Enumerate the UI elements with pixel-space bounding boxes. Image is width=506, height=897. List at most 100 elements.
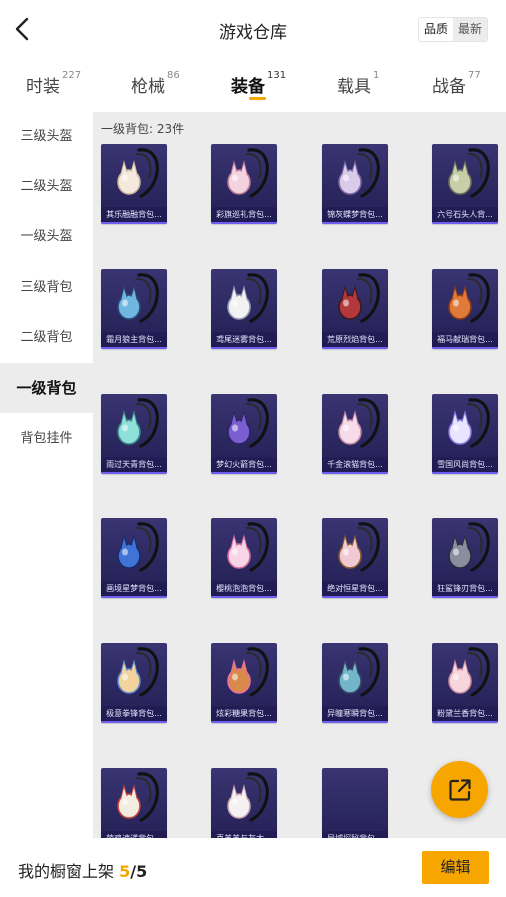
item-name: 雪国风尚背包... xyxy=(432,457,498,472)
snow-bunny-backpack-icon xyxy=(448,398,490,448)
star-dream-backpack-icon xyxy=(117,522,159,572)
item-card[interactable]: 异域探秘背包... xyxy=(322,768,388,838)
item-card[interactable]: 彩旗巡礼背包... xyxy=(211,144,277,224)
item-name: 狂鲨锋刃背包... xyxy=(432,581,498,596)
tab-guns[interactable]: 枪械86 xyxy=(131,70,180,97)
chick-express-backpack-icon xyxy=(117,772,159,822)
iris-mist-backpack-icon xyxy=(227,273,269,323)
mad-shark-backpack-icon xyxy=(448,522,490,572)
tab-count: 1 xyxy=(373,70,380,81)
item-name: 千金滚猫背包... xyxy=(322,457,388,472)
item-card[interactable]: 萌鸡速递背包... xyxy=(101,768,167,838)
footer-bar: 我的橱窗上架 5/5 编辑 xyxy=(0,838,506,897)
item-card[interactable]: 梦幻火箭背包... xyxy=(211,394,277,474)
pleasant-goat-backpack-icon xyxy=(227,772,269,822)
tab-equipment[interactable]: 装备131 xyxy=(231,70,287,97)
item-card[interactable]: 喜羊羊与灰太... xyxy=(211,768,277,838)
tab-label: 载具 xyxy=(337,77,371,97)
sidebar-item-level2-backpack[interactable]: 二级背包 xyxy=(0,313,93,363)
quality-bar xyxy=(211,596,277,598)
showcase-label: 我的橱窗上架 xyxy=(18,862,115,881)
quality-bar xyxy=(211,222,277,224)
item-card[interactable]: 雪国风尚背包... xyxy=(432,394,498,474)
item-name: 喜羊羊与灰太... xyxy=(211,831,277,838)
item-card[interactable]: 千金滚猫背包... xyxy=(322,394,388,474)
share-button[interactable] xyxy=(431,761,488,818)
moon-wolf-backpack-icon xyxy=(117,273,159,323)
cold-eye-backpack-icon xyxy=(338,647,380,697)
quality-bar xyxy=(322,222,388,224)
item-card[interactable]: 绝对恒星背包... xyxy=(322,518,388,598)
item-card[interactable]: 异瞳寒瞬背包... xyxy=(322,643,388,723)
sidebar-item-level3-backpack[interactable]: 三级背包 xyxy=(0,263,93,313)
tab-count: 86 xyxy=(167,70,180,81)
item-card[interactable]: 雨过天青背包... xyxy=(101,394,167,474)
item-card[interactable]: 鸢尾迷雾背包... xyxy=(211,269,277,349)
item-card[interactable]: 画境星梦背包... xyxy=(101,518,167,598)
item-card[interactable]: 粉黛兰香背包... xyxy=(432,643,498,723)
cherry-bubble-backpack-icon xyxy=(227,522,269,572)
item-name: 鸢尾迷雾背包... xyxy=(211,332,277,347)
item-card[interactable]: 六号石头人背... xyxy=(432,144,498,224)
tab-vehicles[interactable]: 载具1 xyxy=(337,70,380,97)
quality-bar xyxy=(322,472,388,474)
quality-bar xyxy=(101,596,167,598)
flame-mask-backpack-icon xyxy=(338,273,380,323)
item-grid-panel: 一级背包: 23件 其乐融融背包... 彩旗巡礼背包... 锦灰蝶梦背包... 六号石… xyxy=(93,112,506,838)
item-name: 雨过天青背包... xyxy=(101,457,167,472)
item-name: 六号石头人背... xyxy=(432,207,498,222)
item-name: 霜月狼主背包... xyxy=(101,332,167,347)
tab-battle-gear[interactable]: 战备77 xyxy=(432,70,481,97)
quality-bar xyxy=(211,472,277,474)
tab-label: 战备 xyxy=(432,77,466,97)
tab-active-indicator xyxy=(249,97,266,100)
item-card[interactable]: 极意拳锋背包... xyxy=(101,643,167,723)
tab-fashion[interactable]: 时装227 xyxy=(26,70,81,97)
tab-count: 131 xyxy=(267,70,287,81)
quality-bar xyxy=(432,472,498,474)
item-card[interactable]: 其乐融融背包... xyxy=(101,144,167,224)
item-name: 极意拳锋背包... xyxy=(101,706,167,721)
item-name: 萌鸡速递背包... xyxy=(101,831,167,838)
sort-newest-option[interactable]: 最新 xyxy=(452,18,487,41)
share-external-icon xyxy=(448,778,471,801)
sidebar-item-level1-helmet[interactable]: 一级头盔 xyxy=(0,212,93,262)
stone-man-backpack-icon xyxy=(448,148,490,198)
item-card[interactable]: 樱桃泡泡背包... xyxy=(211,518,277,598)
quality-bar xyxy=(432,596,498,598)
item-name: 樱桃泡泡背包... xyxy=(211,581,277,596)
section-title: 一级背包: 23件 xyxy=(101,122,185,136)
item-name: 彩旗巡礼背包... xyxy=(211,207,277,222)
item-card[interactable]: 福马献瑞背包... xyxy=(432,269,498,349)
rolling-cat-backpack-icon xyxy=(338,398,380,448)
item-card[interactable]: 狂鲨锋刃背包... xyxy=(432,518,498,598)
showcase-count: 5 xyxy=(119,862,131,881)
tab-label: 枪械 xyxy=(131,77,165,97)
sidebar-item-level1-backpack[interactable]: 一级背包 xyxy=(0,363,93,413)
item-name: 锦灰蝶梦背包... xyxy=(322,207,388,222)
item-name: 梦幻火箭背包... xyxy=(211,457,277,472)
quality-bar xyxy=(322,347,388,349)
item-name: 福马献瑞背包... xyxy=(432,332,498,347)
quality-bar xyxy=(322,721,388,723)
sort-quality-option[interactable]: 品质 xyxy=(418,18,453,41)
sidebar-item-level2-helmet[interactable]: 二级头盔 xyxy=(0,162,93,212)
sidebar-item-level3-helmet[interactable]: 三级头盔 xyxy=(0,112,93,162)
quality-bar xyxy=(101,222,167,224)
absolute-star-backpack-icon xyxy=(338,522,380,572)
quality-bar xyxy=(432,721,498,723)
item-card[interactable]: 锦灰蝶梦背包... xyxy=(322,144,388,224)
item-name: 异域探秘背包... xyxy=(322,831,388,838)
edit-button[interactable]: 编辑 xyxy=(422,851,489,884)
item-card[interactable]: 霜月狼主背包... xyxy=(101,269,167,349)
header: 游戏仓库 品质 最新 xyxy=(0,0,506,60)
quality-bar xyxy=(211,347,277,349)
item-card[interactable]: 炫彩糖果背包... xyxy=(211,643,277,723)
showcase-status: 我的橱窗上架 5/5 xyxy=(18,858,147,882)
quality-bar xyxy=(211,721,277,723)
showcase-total: /5 xyxy=(130,862,148,881)
sidebar-item-backpack-charms[interactable]: 背包挂件 xyxy=(0,414,93,464)
sidebar: 三级头盔 二级头盔 一级头盔 三级背包 二级背包 一级背包 背包挂件 xyxy=(0,112,93,837)
exotic-explore-backpack-icon xyxy=(322,768,388,830)
item-card[interactable]: 荒原烈焰背包... xyxy=(322,269,388,349)
